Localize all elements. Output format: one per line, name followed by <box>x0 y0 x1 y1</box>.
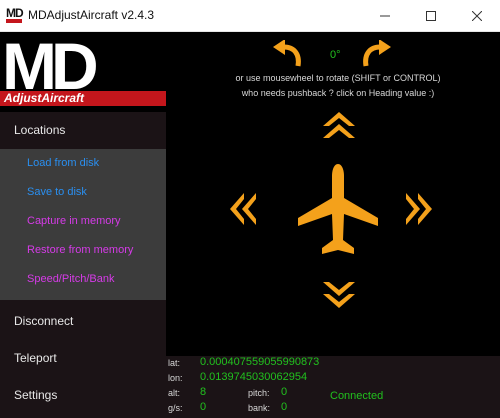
logo: MD AdjustAircraft <box>0 32 166 112</box>
minimize-icon <box>380 15 390 17</box>
move-down-icon[interactable] <box>322 280 356 310</box>
rotate-right-icon[interactable] <box>360 40 394 68</box>
move-up-icon[interactable] <box>322 110 356 140</box>
menu-item-locations[interactable]: Locations <box>0 112 166 148</box>
menu-item-disconnect[interactable]: Disconnect <box>0 303 166 339</box>
submenu-capture-in-memory[interactable]: Capture in memory <box>27 215 121 227</box>
gs-label: g/s: <box>168 403 183 413</box>
pitch-value: 0 <box>281 386 288 398</box>
lon-value: 0.0139745030062954 <box>200 371 308 383</box>
menu-item-teleport[interactable]: Teleport <box>0 340 166 376</box>
rotate-hint: or use mousewheel to rotate (SHIFT or CO… <box>235 73 441 83</box>
maximize-icon <box>426 11 436 21</box>
submenu-save-to-disk[interactable]: Save to disk <box>27 186 87 198</box>
window-title: MDAdjustAircraft v2.4.3 <box>28 8 155 22</box>
move-left-icon[interactable] <box>228 192 260 226</box>
pitch-label: pitch: <box>248 388 270 398</box>
app-icon-text: MD <box>6 6 24 20</box>
rotate-left-icon[interactable] <box>270 40 304 68</box>
submenu-load-from-disk[interactable]: Load from disk <box>27 157 99 169</box>
connection-status: Connected <box>330 390 384 402</box>
lat-value: 0.000407559055990873 <box>200 356 320 368</box>
bank-value: 0 <box>281 401 288 413</box>
heading-value[interactable]: 0° <box>330 49 341 61</box>
submenu-speed-pitch-bank[interactable]: Speed/Pitch/Bank <box>27 273 114 285</box>
maximize-button[interactable] <box>408 0 454 32</box>
menu-item-settings[interactable]: Settings <box>0 377 166 413</box>
logo-sub-text: AdjustAircraft <box>4 91 85 105</box>
sidebar: MD AdjustAircraft Locations Load from di… <box>0 32 166 418</box>
minimize-button[interactable] <box>362 0 408 32</box>
gs-value: 0 <box>200 401 207 413</box>
app-icon-bar <box>6 19 22 23</box>
app-icon: MD <box>6 6 24 23</box>
alt-label: alt: <box>168 388 181 398</box>
move-right-icon[interactable] <box>402 192 434 226</box>
close-icon <box>472 11 482 21</box>
aircraft-icon <box>298 164 378 254</box>
bank-label: bank: <box>248 403 271 413</box>
lat-label: lat: <box>168 358 181 368</box>
title-bar: MD MDAdjustAircraft v2.4.3 <box>0 0 500 32</box>
locations-submenu: Load from disk Save to disk Capture in m… <box>0 149 166 300</box>
submenu-restore-from-memory[interactable]: Restore from memory <box>27 244 133 256</box>
lon-label: lon: <box>168 373 183 383</box>
alt-value: 8 <box>200 386 207 398</box>
close-button[interactable] <box>454 0 500 32</box>
pushback-hint: who needs pushback ? click on Heading va… <box>241 88 435 98</box>
